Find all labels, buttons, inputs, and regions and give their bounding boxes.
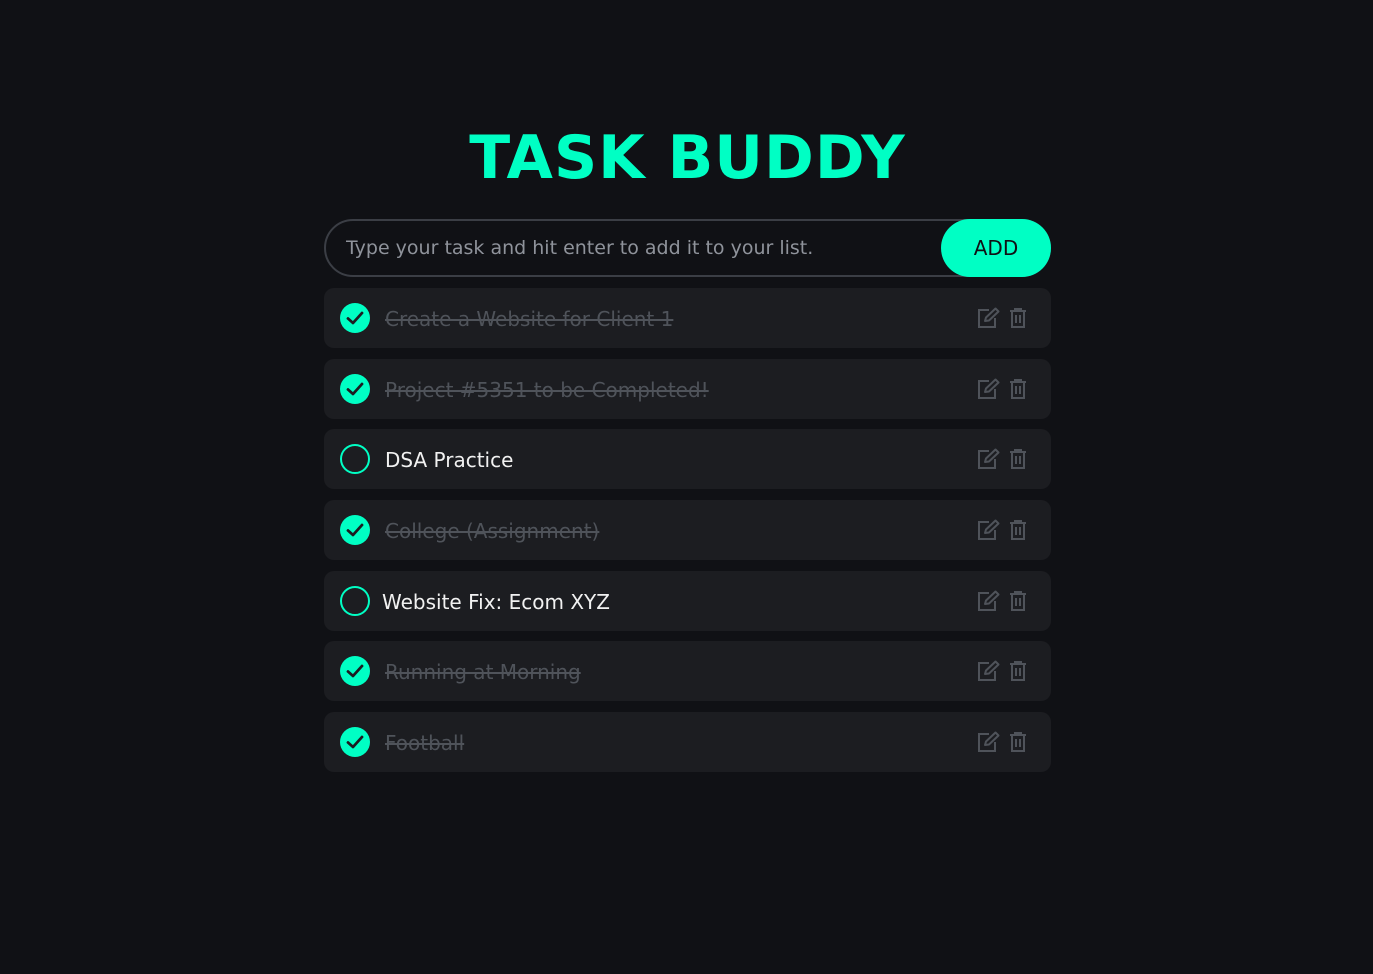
task-text: Project #5351 to be Completed!: [385, 377, 709, 402]
check-circle-icon[interactable]: [340, 656, 370, 687]
add-task-button[interactable]: ADD: [941, 219, 1051, 277]
trash-icon[interactable]: [1008, 519, 1028, 541]
circle-icon[interactable]: [340, 585, 370, 616]
trash-icon[interactable]: [1008, 307, 1028, 329]
edit-icon[interactable]: [976, 307, 1000, 329]
edit-icon[interactable]: [976, 448, 1000, 470]
task-text: DSA Practice: [385, 448, 514, 473]
task-input-row: ADD: [324, 219, 1051, 277]
task-text: College (Assignment): [385, 519, 600, 544]
trash-icon[interactable]: [1008, 378, 1028, 400]
trash-icon[interactable]: [1008, 660, 1028, 682]
task-item: DSA Practice: [324, 429, 1051, 490]
trash-icon[interactable]: [1008, 590, 1028, 612]
task-item: Running at Morning: [324, 641, 1051, 702]
edit-icon[interactable]: [976, 378, 1000, 400]
task-item: Website Fix: Ecom XYZ: [324, 570, 1051, 631]
task-text: Running at Morning: [385, 660, 581, 685]
task-item: Create a Website for Client 1: [324, 288, 1051, 348]
trash-icon[interactable]: [1008, 731, 1028, 753]
task-text: Website Fix: Ecom XYZ: [382, 589, 610, 614]
check-circle-icon[interactable]: [340, 727, 370, 758]
task-list: Create a Website for Client 1 Project #5…: [324, 288, 1051, 783]
task-item: College (Assignment): [324, 500, 1051, 561]
task-text: Create a Website for Client 1: [385, 307, 674, 331]
circle-icon[interactable]: [340, 444, 370, 475]
edit-icon[interactable]: [976, 519, 1000, 541]
task-input[interactable]: [346, 221, 936, 275]
check-circle-icon[interactable]: [340, 373, 370, 404]
app-title: TASK BUDDY: [469, 123, 906, 193]
edit-icon[interactable]: [976, 590, 1000, 612]
task-item: Football: [324, 712, 1051, 773]
task-text: Football: [385, 731, 465, 756]
edit-icon[interactable]: [976, 731, 1000, 753]
edit-icon[interactable]: [976, 660, 1000, 682]
check-circle-icon[interactable]: [340, 515, 370, 546]
check-circle-icon[interactable]: [340, 303, 370, 333]
task-item: Project #5351 to be Completed!: [324, 358, 1051, 419]
trash-icon[interactable]: [1008, 448, 1028, 470]
